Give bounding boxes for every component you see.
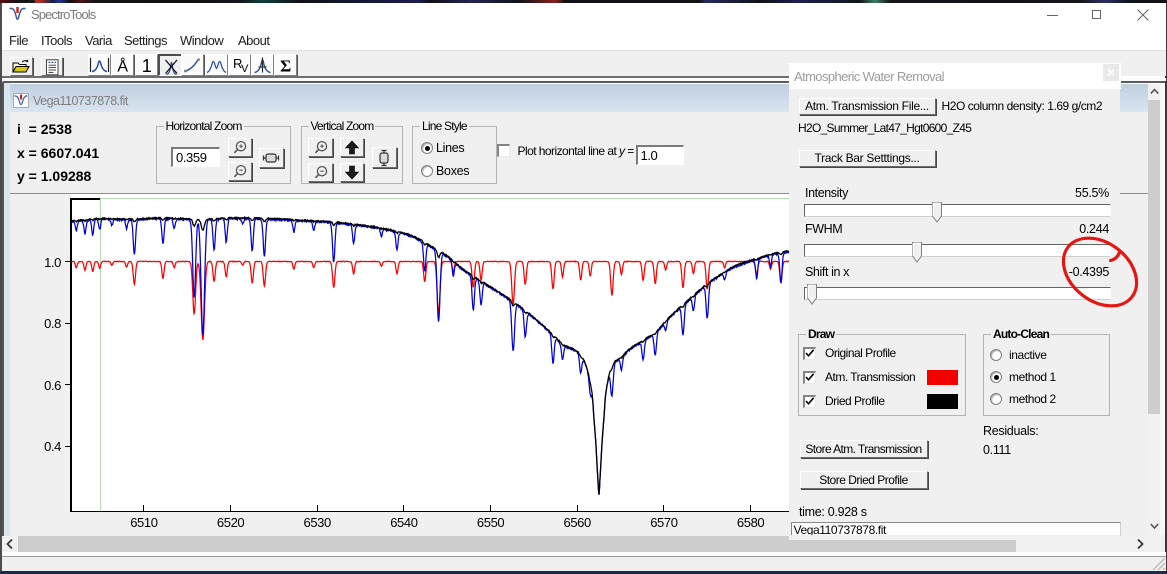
svg-text:1: 1 [141,56,151,75]
svg-text:V: V [241,63,249,75]
svg-text:Σ: Σ [281,57,292,76]
svg-text:Å: Å [118,57,129,76]
